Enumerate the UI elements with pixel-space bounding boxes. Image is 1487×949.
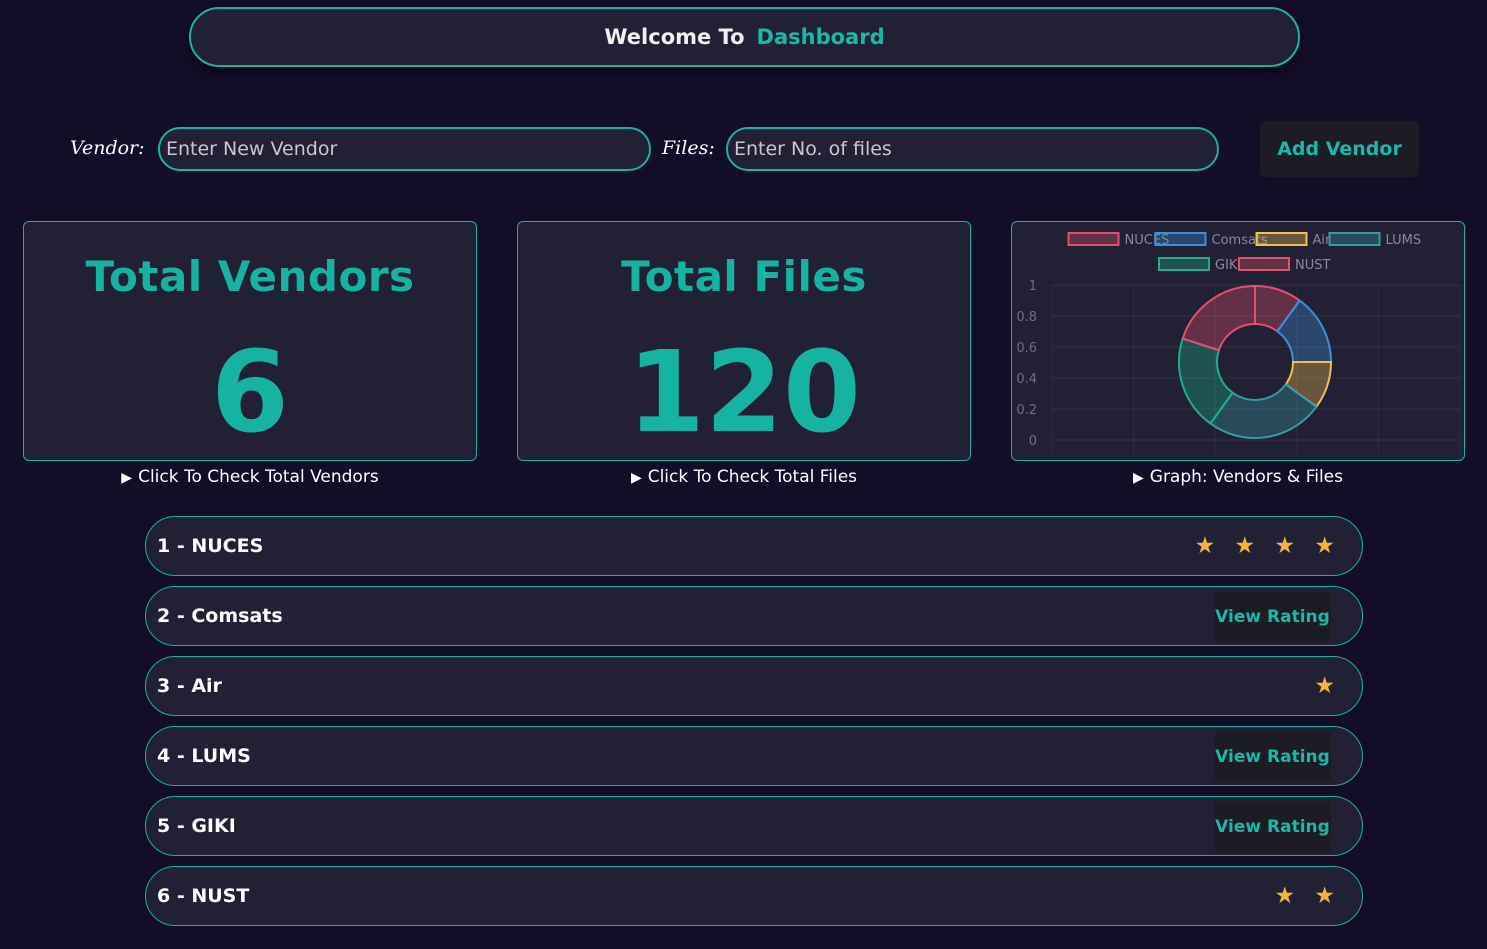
play-triangle-icon: ▶	[630, 470, 642, 486]
legend-label: GIKI	[1215, 258, 1241, 273]
vendor-row[interactable]: 3 - Air ★	[145, 656, 1363, 716]
y-tick-label: 0.8	[1016, 310, 1037, 325]
view-rating-button[interactable]: View Rating	[1214, 731, 1331, 783]
files-label: Files:	[662, 137, 715, 159]
vendor-label: Vendor:	[70, 137, 145, 159]
vendor-name: 5 - GIKI	[157, 815, 236, 837]
vendor-row[interactable]: 4 - LUMS View Rating	[145, 726, 1363, 786]
legend-label: Air	[1313, 233, 1332, 248]
vendor-name: 1 - NUCES	[157, 535, 264, 557]
star-rating: ★ ★	[1274, 883, 1341, 909]
vendor-name: 2 - Comsats	[157, 605, 283, 627]
legend-label: LUMS	[1386, 233, 1422, 248]
legend-swatch	[1067, 232, 1120, 246]
vendor-name: 4 - LUMS	[157, 745, 251, 767]
welcome-text: Welcome To	[604, 25, 745, 49]
star-rating: ★	[1314, 673, 1341, 699]
total-files-caption[interactable]: ▶ Click To Check Total Files	[517, 467, 971, 487]
total-files-caption-text: Click To Check Total Files	[647, 467, 858, 487]
legend-label: NUST	[1295, 258, 1330, 273]
total-files-card[interactable]: Total Files 120	[517, 221, 971, 461]
vendor-row[interactable]: 5 - GIKI View Rating	[145, 796, 1363, 856]
doughnut-chart: 10.80.60.40.20NUCES Comsats Air LUMSGIKI NUS…	[1016, 232, 1461, 454]
vendor-row[interactable]: 1 - NUCES ★ ★ ★ ★	[145, 516, 1363, 576]
doughnut-slice	[1181, 284, 1256, 352]
legend-swatch	[1238, 257, 1290, 271]
star-rating: ★ ★ ★ ★	[1194, 533, 1341, 559]
total-vendors-title: Total Vendors	[85, 252, 415, 301]
graph-caption-text: Graph: Vendors & Files	[1149, 467, 1343, 487]
view-rating-button[interactable]: View Rating	[1214, 591, 1331, 643]
y-tick-label: 0.6	[1016, 341, 1037, 356]
vendor-name: 3 - Air	[157, 675, 222, 697]
page-header: Welcome To Dashboard	[189, 7, 1300, 67]
chart-card: 1 0.8 0.6 0.4 0.2 0 NUCES Comsats Air LUMS GIKI NUS…	[1011, 221, 1465, 461]
graph-caption[interactable]: ▶ Graph: Vendors & Files	[1011, 467, 1465, 487]
y-tick-label: 1	[1029, 279, 1037, 294]
view-rating-button[interactable]: View Rating	[1214, 801, 1331, 853]
legend-swatch	[1255, 232, 1308, 246]
y-tick-label: 0.2	[1016, 403, 1037, 418]
play-triangle-icon: ▶	[1132, 470, 1144, 486]
y-tick-label: 0	[1029, 434, 1037, 449]
total-files-title: Total Files	[621, 252, 867, 301]
total-vendors-value: 6	[211, 328, 289, 458]
vendor-row[interactable]: 2 - Comsats View Rating	[145, 586, 1363, 646]
legend-swatch	[1328, 232, 1381, 246]
vendor-name: 6 - NUST	[157, 885, 250, 907]
legend-swatch	[1154, 232, 1207, 246]
page-title: Dashboard	[756, 25, 885, 49]
play-triangle-icon: ▶	[121, 470, 133, 486]
total-files-value: 120	[627, 328, 861, 458]
total-vendors-caption-text: Click To Check Total Vendors	[138, 467, 379, 487]
total-vendors-caption[interactable]: ▶ Click To Check Total Vendors	[23, 467, 477, 487]
files-input[interactable]	[726, 127, 1219, 171]
add-vendor-button[interactable]: Add Vendor	[1260, 121, 1419, 177]
total-vendors-card[interactable]: Total Vendors 6	[23, 221, 477, 461]
vendor-row[interactable]: 6 - NUST ★ ★	[145, 866, 1363, 926]
y-tick-label: 0.4	[1016, 372, 1037, 387]
vendor-input[interactable]	[158, 127, 651, 171]
legend-swatch	[1158, 257, 1210, 271]
